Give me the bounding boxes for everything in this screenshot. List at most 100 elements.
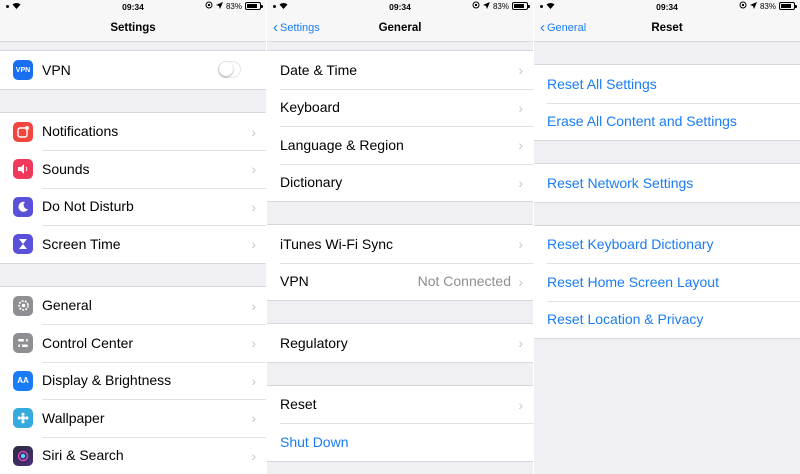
screens-container: 09:34 83% Settings VPN VPN Notifications… [0,0,800,474]
siri-icon [13,445,33,466]
back-button[interactable]: ‹ General [540,20,586,35]
settings-row-vpn[interactable]: VPN VPN [0,51,266,89]
vpn-toggle[interactable] [218,61,241,78]
signal-icon [273,4,276,8]
row-label: Sounds [42,160,90,177]
page-title: General [378,21,422,34]
navigation-bar: Settings [0,14,266,42]
general-group-3: Regulatory › [267,323,533,363]
moon-icon [13,196,33,217]
vpn-icon: VPN [13,60,33,80]
general-row-itunes-wifi-sync[interactable]: iTunes Wi-Fi Sync › [267,225,533,263]
battery-fill [781,4,791,8]
chevron-right-icon: › [251,297,256,314]
general-group-1: Date & Time › Keyboard › Language & Regi… [267,50,533,202]
general-row-regulatory[interactable]: Regulatory › [267,324,533,362]
row-label: Reset Keyboard Dictionary [547,236,714,253]
row-label: Shut Down [280,433,349,450]
back-label: Settings [280,21,320,34]
reset-home-screen-layout-button[interactable]: Reset Home Screen Layout [534,263,800,301]
control-center-icon [13,333,33,353]
general-row-date-time[interactable]: Date & Time › [267,51,533,89]
hourglass-icon [13,234,33,254]
general-row-dictionary[interactable]: Dictionary › [267,163,533,202]
settings-row-sounds[interactable]: Sounds › [0,150,266,188]
general-group-2: iTunes Wi-Fi Sync › VPN Not Connected › [267,224,533,301]
settings-group-general: General › Control Center › AA Display & … [0,285,266,474]
toggle-knob [219,62,233,76]
settings-group-vpn: VPN VPN [0,50,266,90]
settings-group-notifications: Notifications › Sounds › Do Not Disturb … [0,111,266,264]
general-row-vpn[interactable]: VPN Not Connected › [267,262,533,301]
reset-location-privacy-button[interactable]: Reset Location & Privacy [534,300,800,339]
row-label: Dictionary [280,174,343,191]
row-label: VPN [280,273,309,290]
chevron-right-icon: › [251,372,256,389]
chevron-left-icon: ‹ [273,19,278,36]
row-label: Notifications [42,123,119,140]
signal-wifi [273,1,288,11]
reset-all-settings-button[interactable]: Reset All Settings [534,65,800,103]
row-label: Wallpaper [42,409,105,426]
signal-icon [6,4,9,8]
general-row-keyboard[interactable]: Keyboard › [267,88,533,127]
reset-list: Reset All Settings Erase All Content and… [534,42,800,474]
row-label: iTunes Wi-Fi Sync [280,235,394,252]
shut-down-button[interactable]: Shut Down [267,423,533,461]
reset-group-1: Reset All Settings Erase All Content and… [534,64,800,141]
settings-row-notifications[interactable]: Notifications › [0,113,266,151]
chevron-right-icon: › [251,198,256,215]
wifi-icon [12,1,21,11]
general-list: Date & Time › Keyboard › Language & Regi… [267,42,533,474]
general-row-reset[interactable]: Reset › [267,386,533,424]
location-icon [749,1,757,11]
wifi-icon [546,1,555,11]
chevron-right-icon: › [518,236,523,252]
signal-icon [540,4,543,8]
chevron-right-icon: › [251,410,256,426]
chevron-right-icon: › [251,236,256,252]
battery-icon [512,2,530,10]
status-bar: 09:34 83% [534,0,800,14]
page-title: Settings [110,21,156,34]
settings-row-screen-time[interactable]: Screen Time › [0,225,266,263]
reset-group-3: Reset Keyboard Dictionary Reset Home Scr… [534,224,800,339]
settings-row-general[interactable]: General › [0,287,266,325]
row-label: Keyboard [280,99,340,116]
rotation-lock-icon [739,1,747,11]
general-group-4: Reset › Shut Down [267,384,533,462]
settings-row-do-not-disturb[interactable]: Do Not Disturb › [0,187,266,226]
battery-icon [779,2,797,10]
rotation-lock-icon [472,1,480,11]
row-label: General [42,297,92,314]
battery-fill [247,4,257,8]
reset-keyboard-dictionary-button[interactable]: Reset Keyboard Dictionary [534,226,800,264]
chevron-right-icon: › [251,123,256,140]
chevron-right-icon: › [518,99,523,116]
settings-row-siri-search[interactable]: Siri & Search › [0,436,266,474]
chevron-right-icon: › [518,62,523,78]
row-label: Regulatory [280,334,348,351]
erase-all-content-button[interactable]: Erase All Content and Settings [534,102,800,141]
row-label: Screen Time [42,235,121,252]
chevron-right-icon: › [251,161,256,177]
signal-wifi [6,1,21,11]
location-icon [482,1,490,11]
settings-row-display-brightness[interactable]: AA Display & Brightness › [0,361,266,400]
back-button[interactable]: ‹ Settings [273,20,320,35]
settings-row-control-center[interactable]: Control Center › [0,324,266,362]
settings-row-wallpaper[interactable]: Wallpaper › [0,399,266,437]
general-row-language-region[interactable]: Language & Region › [267,126,533,164]
vpn-status-value: Not Connected [417,273,511,290]
status-right: 83% [739,1,797,11]
row-label: Date & Time [280,61,358,78]
reset-network-settings-button[interactable]: Reset Network Settings [534,164,800,202]
chevron-right-icon: › [518,174,523,191]
row-label: Reset [280,396,317,413]
